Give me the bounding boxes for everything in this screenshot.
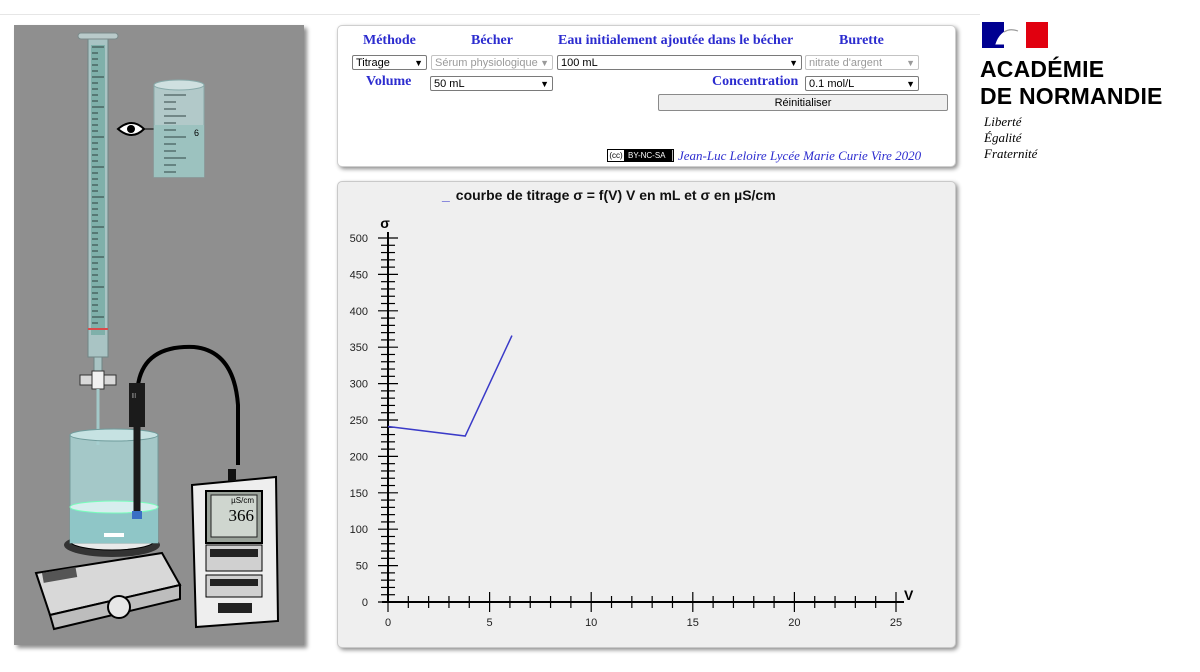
y-tick-label: 150 — [350, 488, 368, 500]
chevron-down-icon: ▼ — [906, 79, 915, 89]
becher-header: Bécher — [471, 33, 513, 48]
y-tick-label: 100 — [350, 524, 368, 536]
academie-line1: ACADÉMIE — [980, 56, 1105, 82]
y-tick-label: 250 — [350, 415, 368, 427]
conductimeter: µS/cm 366 — [190, 469, 280, 629]
y-tick-label: 500 — [350, 233, 368, 245]
x-tick-label: 10 — [585, 617, 597, 629]
y-tick-label: 200 — [350, 451, 368, 463]
author-credit[interactable]: Jean-Luc Leloire Lycée Marie Curie Vire … — [678, 148, 921, 164]
method-select[interactable]: Titrage ▼ — [352, 55, 427, 70]
burette-select[interactable]: nitrate d'argent ▼ — [805, 55, 919, 70]
motto-egalite: Égalité — [984, 130, 1022, 145]
top-divider — [0, 14, 980, 15]
volume-select-value: 50 mL — [434, 78, 465, 90]
republic-motto: Liberté Égalité Fraternité — [984, 114, 1037, 162]
burette-header: Burette — [839, 33, 884, 48]
concentration-select[interactable]: 0.1 mol/L ▼ — [805, 76, 919, 91]
reset-button[interactable]: Réinitialiser — [658, 94, 948, 111]
zoom-beaker-mark: 6 — [194, 128, 199, 138]
y-axis-label: σ — [380, 215, 390, 231]
y-tick-label: 450 — [350, 269, 368, 281]
chevron-down-icon: ▼ — [540, 58, 549, 68]
y-tick-label: 50 — [356, 561, 368, 573]
meter-unit: µS/cm — [231, 496, 254, 505]
chevron-down-icon: ▼ — [789, 58, 798, 68]
becher-select-value: Sérum physiologique — [435, 57, 538, 69]
eye-icon — [116, 122, 156, 136]
water-select-value: 100 mL — [561, 57, 598, 69]
water-select[interactable]: 100 mL ▼ — [557, 55, 802, 70]
method-select-value: Titrage — [356, 57, 390, 69]
cc-license-text: BY-NC-SA — [625, 150, 672, 161]
y-tick-label: 0 — [362, 597, 368, 609]
x-tick-label: 0 — [385, 617, 391, 629]
motto-liberte: Liberté — [984, 114, 1022, 129]
x-axis-label: V — [904, 587, 914, 603]
titration-setup-illustration: 6 ||| µS/cm 366 — [34, 32, 280, 631]
chevron-down-icon: ▼ — [540, 79, 549, 89]
cc-license-badge[interactable]: (cc) BY-NC-SA — [607, 149, 674, 162]
becher-select[interactable]: Sérum physiologique ▼ — [431, 55, 553, 70]
burette-select-value: nitrate d'argent — [809, 57, 883, 69]
academie-name: ACADÉMIE DE NORMANDIE — [980, 56, 1163, 110]
y-tick-label: 400 — [350, 306, 368, 318]
titration-curve-line — [387, 335, 513, 437]
academie-line2: DE NORMANDIE — [980, 83, 1163, 109]
volume-label: Volume — [366, 74, 412, 89]
svg-text:|||: ||| — [132, 393, 136, 399]
titration-chart: 0 50 100 150 200 250 300 350 400 450 500 0 5 10 15 20 25… — [350, 215, 914, 629]
concentration-label: Concentration — [712, 74, 799, 89]
magnetic-stirrer — [34, 531, 182, 631]
motto-fraternite: Fraternité — [984, 146, 1038, 161]
x-tick-label: 25 — [890, 617, 902, 629]
method-header: Méthode — [363, 33, 416, 48]
chevron-down-icon: ▼ — [906, 58, 915, 68]
simulation-panel: 6 ||| µS/cm 366 — [14, 25, 304, 645]
x-tick-label: 15 — [687, 617, 699, 629]
volume-select[interactable]: 50 mL ▼ — [430, 76, 553, 91]
zoom-beaker: 6 — [153, 79, 205, 178]
controls-panel: Méthode Bécher Eau initialement ajoutée … — [337, 25, 956, 167]
y-tick-label: 350 — [350, 342, 368, 354]
graph-panel: _ courbe de titrage σ = f(V) V en mL et σ… — [337, 181, 956, 648]
cc-icon: (cc) — [608, 150, 625, 161]
water-header: Eau initialement ajoutée dans le bécher — [558, 33, 794, 48]
y-tick-label: 300 — [350, 379, 368, 391]
x-tick-label: 5 — [487, 617, 493, 629]
chevron-down-icon: ▼ — [414, 58, 423, 68]
reaction-beaker — [69, 428, 159, 544]
meter-value: 366 — [229, 506, 255, 525]
concentration-select-value: 0.1 mol/L — [809, 78, 855, 90]
burette[interactable] — [77, 32, 119, 445]
marianne-flag-icon — [982, 22, 1048, 48]
x-tick-label: 20 — [788, 617, 800, 629]
